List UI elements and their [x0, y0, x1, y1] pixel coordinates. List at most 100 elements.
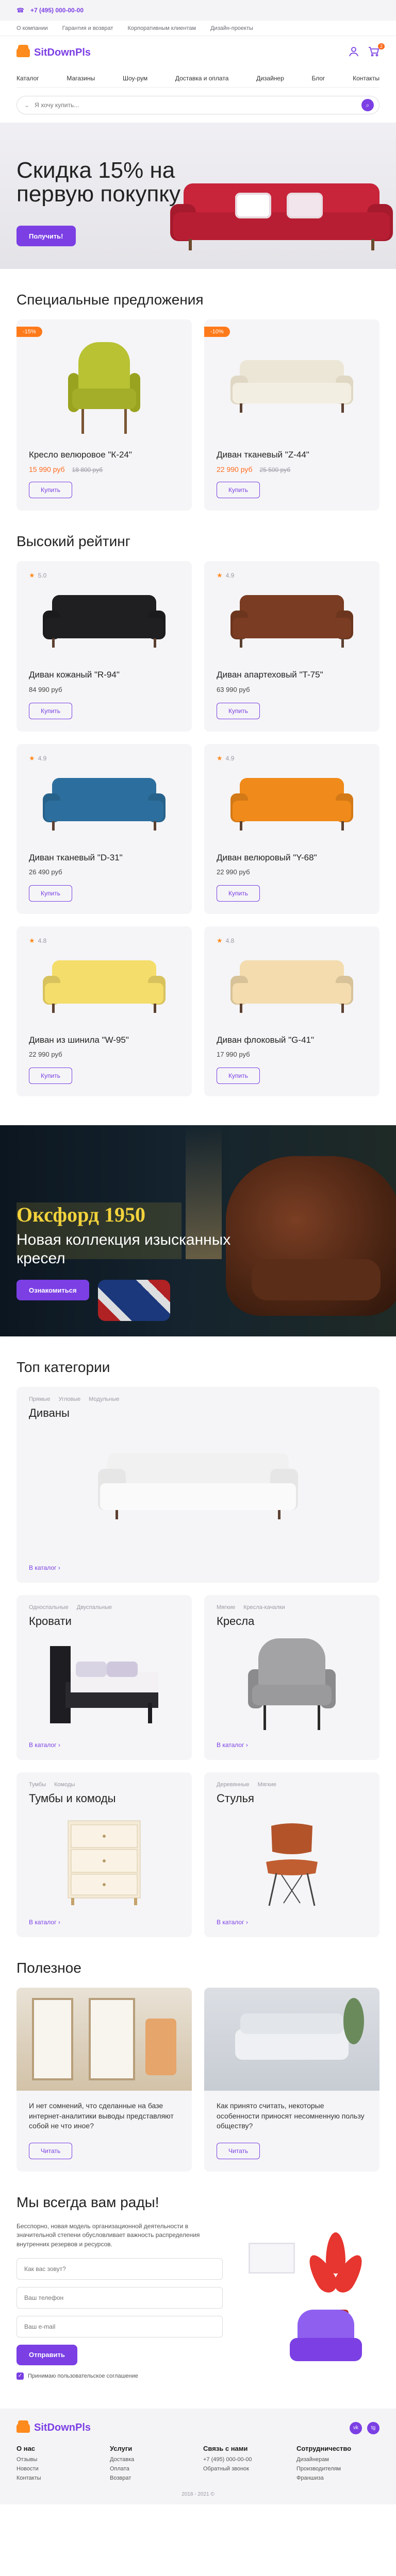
nav-catalog[interactable]: Каталог — [16, 75, 39, 82]
product-image — [29, 768, 179, 845]
category-tag[interactable]: Мягкие — [258, 1782, 276, 1788]
nav-blog[interactable]: Блог — [311, 75, 325, 82]
nav-designer[interactable]: Дизайнер — [256, 75, 284, 82]
product-card[interactable]: ★ 4.8 Диван из шинила "W-95" 22 990 руб Купи… — [16, 926, 192, 1096]
category-tag[interactable]: Односпальные — [29, 1604, 69, 1611]
topbar-link-corporate[interactable]: Корпоративным клиентам — [127, 25, 196, 31]
category-tag[interactable]: Модульные — [89, 1396, 119, 1402]
category-tag[interactable]: Комоды — [54, 1782, 75, 1788]
product-card[interactable]: ★ 4.8 Диван флоковый "G-41" 17 990 руб Купит… — [204, 926, 380, 1096]
product-card[interactable]: -15% Кресло велюровое "К-24" 15 990 руб … — [16, 319, 192, 511]
category-tag[interactable]: Мягкие — [217, 1604, 235, 1611]
high-rating-title: Высокий рейтинг — [16, 533, 130, 550]
buy-button[interactable]: Купить — [29, 702, 72, 719]
promo-button[interactable]: Ознакомиться — [16, 1280, 89, 1300]
star-icon: ★ — [217, 754, 223, 762]
topbar-link-about[interactable]: О компании — [16, 25, 48, 31]
buy-button[interactable]: Купить — [29, 885, 72, 902]
social-links: vk tg — [350, 2421, 380, 2434]
topbar-link-warranty[interactable]: Гарантия и возврат — [62, 25, 113, 31]
article-card[interactable]: И нет сомнений, что сделанные на базе ин… — [16, 1988, 192, 2172]
product-name: Диван велюровый "Y-68" — [217, 852, 317, 862]
buy-button[interactable]: Купить — [29, 1067, 72, 1084]
to-catalog-link[interactable]: В каталог › — [217, 1919, 248, 1926]
to-catalog-link[interactable]: В каталог › — [217, 1741, 248, 1749]
product-card[interactable]: ★ 4.9 Диван велюровый "Y-68" 22 990 руб Купи… — [204, 743, 380, 914]
footer-logo[interactable]: SitDownPls — [16, 2420, 91, 2434]
product-price: 22 990 руб — [217, 868, 250, 876]
promo-brand: Оксфорд 1950 — [16, 1203, 146, 1226]
phone-field[interactable] — [24, 2294, 215, 2301]
hero-button[interactable]: Получить! — [16, 226, 76, 246]
name-field[interactable] — [24, 2265, 215, 2273]
email-field[interactable] — [24, 2323, 215, 2330]
telegram-icon[interactable]: tg — [367, 2421, 380, 2434]
nav-contacts[interactable]: Контакты — [353, 75, 380, 82]
read-button[interactable]: Читать — [217, 2142, 260, 2159]
rating: ★ 4.9 — [29, 754, 179, 762]
rating-value: 4.8 — [38, 937, 47, 944]
footer-link[interactable]: Производителям — [296, 2466, 380, 2472]
product-card[interactable]: ★ 4.9 Диван тканевый "D-31" 26 490 руб Купит… — [16, 743, 192, 914]
article-card[interactable]: Как принято считать, некоторые особеннос… — [204, 1988, 380, 2172]
category-card-dressers[interactable]: Тумбы Комоды Тумбы и комоды В каталог › — [16, 1772, 192, 1937]
footer-column: Связь с нами +7 (495) 000-00-00 Обратный з… — [203, 2445, 286, 2484]
nav-stores[interactable]: Магазины — [67, 75, 95, 82]
product-image — [217, 768, 367, 845]
footer-link[interactable]: Дизайнерам — [296, 2456, 380, 2463]
footer-link[interactable]: Оплата — [110, 2466, 193, 2472]
product-card[interactable]: ★ 4.9 Диван апартеховый "T-75" 63 990 руб Ку… — [204, 561, 380, 732]
category-name: Кровати — [29, 1615, 72, 1628]
footer-link[interactable]: Контакты — [16, 2475, 100, 2481]
buy-button[interactable]: Купить — [217, 482, 260, 499]
to-catalog-link[interactable]: В каталог › — [29, 1564, 60, 1571]
product-card[interactable]: -10% Диван тканевый "Z-44" 22 990 руб 25… — [204, 319, 380, 511]
read-button[interactable]: Читать — [29, 2142, 73, 2159]
footer-link[interactable]: Отзывы — [16, 2456, 100, 2463]
product-price: 26 490 руб — [29, 868, 62, 876]
footer-link[interactable]: Новости — [16, 2466, 100, 2472]
search-input[interactable] — [35, 101, 356, 109]
category-tag[interactable]: Прямые — [29, 1396, 50, 1402]
footer-link[interactable]: +7 (495) 000-00-00 — [203, 2456, 286, 2463]
logo[interactable]: SitDownPls — [16, 45, 91, 59]
footer-link[interactable]: Доставка — [110, 2456, 193, 2463]
to-catalog-link[interactable]: В каталог › — [29, 1919, 60, 1926]
discount-badge: -10% — [204, 327, 230, 337]
nav-showroom[interactable]: Шоу-рум — [123, 75, 147, 82]
star-icon: ★ — [217, 571, 223, 580]
category-tag[interactable]: Угловые — [58, 1396, 80, 1402]
category-image — [217, 1633, 367, 1736]
category-card-sofas[interactable]: Прямые Угловые Модульные Диваны В катало… — [16, 1387, 380, 1583]
footer-link[interactable]: Франшиза — [296, 2475, 380, 2481]
category-card-chairs[interactable]: Деревянные Мягкие Стулья В каталог › — [204, 1772, 380, 1937]
topbar-link-design[interactable]: Дизайн-проекты — [210, 25, 253, 31]
category-tag[interactable]: Деревянные — [217, 1782, 250, 1788]
category-card-beds[interactable]: Односпальные Двуспальные Кровати В катал… — [16, 1595, 192, 1760]
footer-link[interactable]: Возврат — [110, 2475, 193, 2481]
topbar-phone[interactable]: +7 (495) 000-00-00 — [30, 7, 84, 14]
buy-button[interactable]: Купить — [217, 1067, 260, 1084]
cart-icon[interactable]: 2 — [368, 43, 385, 59]
product-old-price: 18 800 руб — [72, 466, 103, 474]
user-icon[interactable] — [349, 46, 359, 59]
category-card-armchairs[interactable]: Мягкие Кресла-качалки Кресла В каталог › — [204, 1595, 380, 1760]
consent-checkbox[interactable]: ✓ — [16, 2372, 24, 2380]
submit-button[interactable]: Отправить — [16, 2344, 77, 2365]
footer-link[interactable]: Обратный звонок — [203, 2466, 286, 2472]
category-tag[interactable]: Кресла-качалки — [243, 1604, 285, 1611]
main-nav: Каталог Магазины Шоу-рум Доставка и опла… — [0, 69, 396, 88]
category-tag[interactable]: Двуспальные — [77, 1604, 112, 1611]
category-chevron-icon[interactable]: ⌄ — [24, 101, 29, 109]
search-icon[interactable]: ⌕ — [361, 99, 374, 111]
buy-button[interactable]: Купить — [217, 702, 260, 719]
category-image — [29, 1633, 179, 1736]
vk-icon[interactable]: vk — [350, 2421, 362, 2434]
nav-delivery[interactable]: Доставка и оплата — [175, 75, 229, 82]
category-tag[interactable]: Тумбы — [29, 1782, 46, 1788]
buy-button[interactable]: Купить — [217, 885, 260, 902]
product-image — [29, 585, 179, 662]
to-catalog-link[interactable]: В каталог › — [29, 1741, 60, 1749]
buy-button[interactable]: Купить — [29, 482, 72, 499]
product-card[interactable]: ★ 5.0 Диван кожаный "R-94" 84 990 руб Купить — [16, 561, 192, 732]
